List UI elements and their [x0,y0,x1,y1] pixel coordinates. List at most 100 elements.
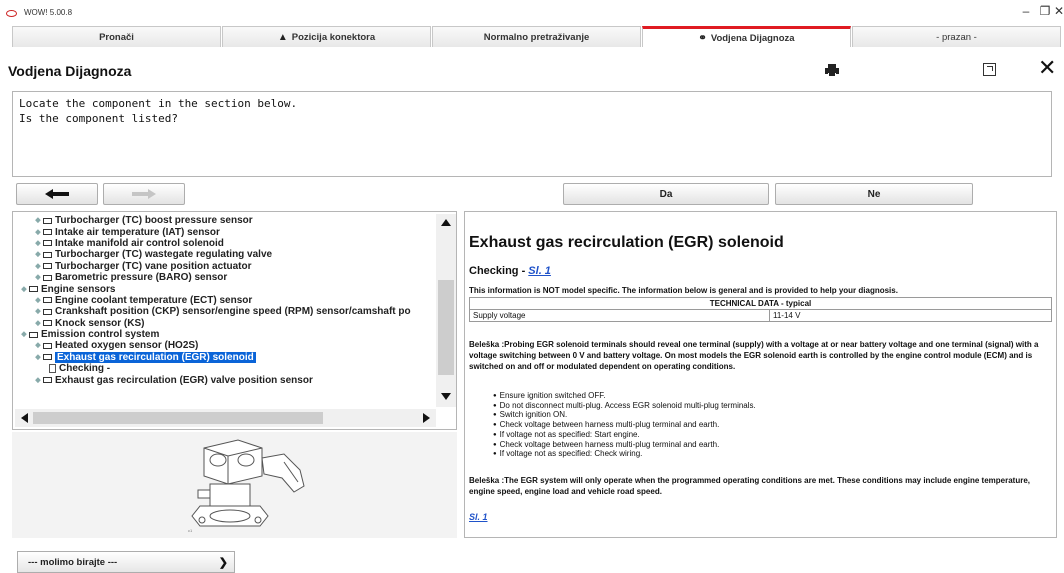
title-bar: WOW! 5.00.8 – ❐ ✕ [0,0,1064,26]
expand-icon[interactable]: ◆ [35,352,41,363]
tree-item-label: Engine sensors [41,283,116,295]
tree-item[interactable]: ◆ Exhaust gas recirculation (EGR) valve p… [15,374,435,386]
expand-icon[interactable]: ◆ [21,284,27,295]
arrow-right-icon [132,189,156,199]
tree-item-label: Checking - [59,363,111,375]
folder-icon [43,240,52,247]
folder-icon [43,229,52,236]
minimize-button[interactable]: – [1016,4,1036,18]
tab-label: - prazan - [936,31,977,43]
question-text: Locate the component in the section belo… [12,91,1052,177]
close-diagnosis-button[interactable]: ✕ [1038,57,1056,79]
scroll-down-icon[interactable] [441,393,451,400]
window-title: WOW! 5.00.8 [24,8,73,17]
tree-item-label: Intake manifold air control solenoid [55,237,224,249]
component-illustration: c1 [12,432,457,538]
expand-icon[interactable]: ◆ [35,227,41,238]
component-title: Exhaust gas recirculation (EGR) solenoid [469,234,784,251]
arrow-left-icon [45,189,69,199]
folder-icon [43,377,52,384]
tab-label: Pronači [99,31,134,43]
tree-item-label: Engine coolant temperature (ECT) sensor [55,294,253,306]
expand-icon[interactable]: ◆ [35,215,41,226]
restore-icon[interactable] [983,63,996,76]
tab-bar: Pronači ▲ Pozicija konektora Normalno pr… [12,26,1064,47]
tab-label: Normalno pretraživanje [483,31,590,43]
tree-item[interactable]: ◆ Heated oxygen sensor (HO2S) [15,340,435,351]
page-title: Vodjena Dijagnoza [8,63,132,79]
scroll-thumb[interactable] [438,280,454,375]
expand-icon[interactable]: ◆ [35,238,41,249]
window-close-button[interactable]: ✕ [1049,4,1064,18]
tab-normalno-pretrazivanje[interactable]: Normalno pretraživanje [432,26,641,47]
horizontal-scrollbar[interactable] [15,409,436,427]
select-value: --- molimo birajte --- [28,556,118,568]
expand-icon[interactable]: ◆ [35,272,41,283]
app-logo-icon [6,10,17,17]
folder-icon [43,320,52,327]
folder-icon [43,297,52,304]
tree-item[interactable]: Checking - [15,363,435,374]
tree-item[interactable]: ◆ Barometric pressure (BARO) sensor [15,272,435,283]
tree-item[interactable]: ◆ Exhaust gas recirculation (EGR) solenoi… [15,351,435,363]
no-button[interactable]: Ne [775,183,973,205]
forward-button[interactable] [103,183,185,205]
tree-item[interactable]: ◆ Intake air temperature (IAT) sensor [15,226,435,238]
note-paragraph: Beleška :The EGR system will only operat… [469,476,1031,496]
note-paragraph: Beleška :Probing EGR solenoid terminals … [469,340,1039,371]
expand-icon[interactable]: ◆ [35,340,41,351]
tree-item[interactable]: ◆ Turbocharger (TC) boost pressure sensor [15,215,435,226]
tree-item-label: Crankshaft position (CKP) sensor/engine … [55,306,411,318]
options-select[interactable]: --- molimo birajte --- ❯ [17,551,235,573]
checking-label: Checking - [469,265,529,277]
tab-vodjena-dijagnoza[interactable]: ⚭ Vodjena Dijagnoza [642,26,851,47]
back-button[interactable] [16,183,98,205]
table-cell-name: Supply voltage [469,309,770,322]
expand-icon[interactable]: ◆ [35,295,41,306]
list-item: If voltage not as specified: Check wirin… [493,449,756,460]
scroll-left-icon[interactable] [21,413,28,423]
expand-icon[interactable]: ◆ [35,318,41,329]
print-icon[interactable] [825,64,839,77]
expand-icon[interactable]: ◆ [35,375,41,386]
scroll-thumb-horizontal[interactable] [33,412,323,424]
tree-item[interactable]: ◆ Crankshaft position (CKP) sensor/engine… [15,306,435,317]
tree-item[interactable]: ◆ Emission control system [15,329,435,340]
tree-item[interactable]: ◆ Turbocharger (TC) vane position actuato… [15,261,435,272]
vertical-scrollbar[interactable] [436,214,456,407]
tab-pozicija-konektora[interactable]: ▲ Pozicija konektora [222,26,431,47]
technical-data-table: TECHNICAL DATA - typical Supply voltage … [469,297,1052,322]
svg-text:c1: c1 [188,528,193,533]
expand-icon[interactable]: ◆ [35,306,41,317]
app-window: WOW! 5.00.8 – ❐ ✕ Pronači ▲ Pozicija kon… [0,0,1064,573]
info-panel: Exhaust gas recirculation (EGR) solenoid… [464,211,1057,538]
scroll-up-icon[interactable] [441,219,451,226]
folder-icon [43,263,52,270]
folder-icon [29,331,38,338]
figure-link[interactable]: Sl. 1 [469,512,488,522]
expand-icon[interactable]: ◆ [35,261,41,272]
tree-item[interactable]: ◆ Engine coolant temperature (ECT) sensor [15,295,435,306]
egr-solenoid-illustration: c1 [188,439,305,533]
tab-pronaci[interactable]: Pronači [12,26,221,47]
stethoscope-icon: ⚭ [698,32,707,44]
page-header: Vodjena Dijagnoza ✕ [0,55,1064,87]
tab-prazan[interactable]: - prazan - [852,26,1061,47]
expand-icon[interactable]: ◆ [35,249,41,260]
folder-icon [43,342,52,349]
scroll-right-icon[interactable] [423,413,430,423]
tree-item[interactable]: ◆ Intake manifold air control solenoid [15,238,435,249]
tree-item[interactable]: ◆ Engine sensors [15,283,435,295]
folder-icon [43,354,52,361]
folder-icon [43,274,52,281]
tree-item[interactable]: ◆ Knock sensor (KS) [15,318,435,329]
yes-button[interactable]: Da [563,183,769,205]
tree-item-label: Knock sensor (KS) [55,317,145,329]
technical-data-header: TECHNICAL DATA - typical [469,297,1052,310]
tree-item-label: Turbocharger (TC) boost pressure sensor [55,215,253,227]
expand-icon[interactable]: ◆ [21,329,27,340]
figure-link[interactable]: Sl. 1 [528,265,551,277]
tree-item-label: Heated oxygen sensor (HO2S) [55,340,199,352]
component-tree: ◆ Turbocharger (TC) boost pressure sensor… [12,211,457,430]
tree-item[interactable]: ◆ Turbocharger (TC) wastegate regulating … [15,249,435,260]
